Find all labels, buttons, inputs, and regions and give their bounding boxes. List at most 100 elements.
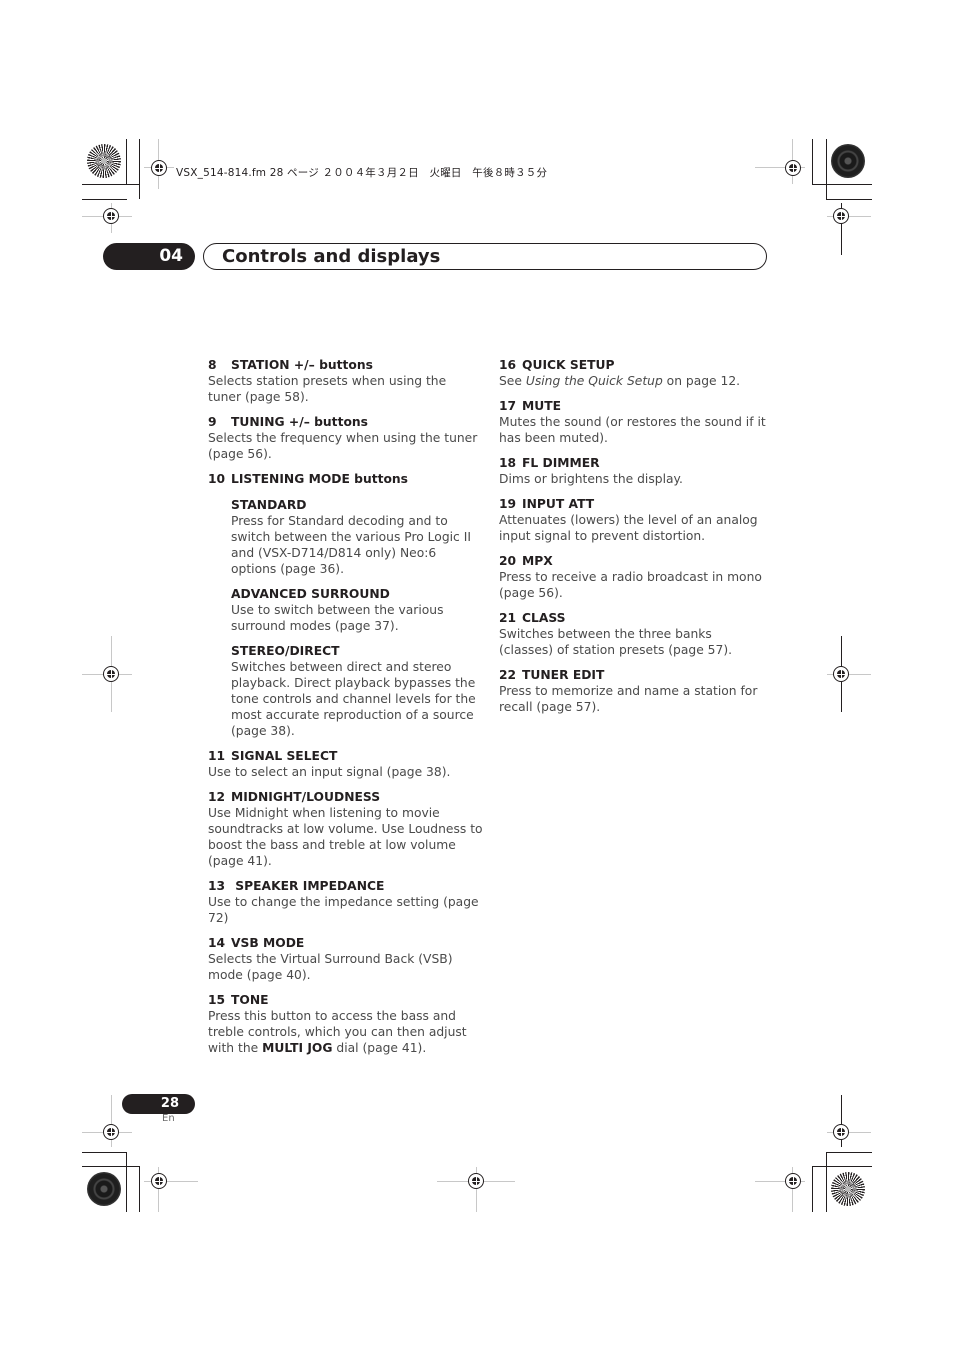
crop-mark: [812, 1166, 813, 1212]
sub-item-title: ADVANCED SURROUND: [231, 587, 390, 601]
item-title: INPUT ATT: [522, 497, 595, 511]
color-registration-star-icon: [831, 1172, 865, 1206]
crop-mark: [826, 1152, 872, 1153]
item-title: SPEAKER IMPEDANCE: [231, 879, 385, 893]
item-description: Use Midnight when listening to movie sou…: [208, 806, 483, 868]
description-text: dial (page 41).: [332, 1041, 427, 1055]
item-number: 22: [499, 668, 517, 682]
item-number: 15: [208, 993, 226, 1007]
right-column: 16 QUICK SETUP See Using the Quick Setup …: [499, 357, 769, 724]
item-description: Use to select an input signal (page 38).: [208, 765, 451, 779]
item-description: Press to memorize and name a station for…: [499, 684, 758, 714]
registration-mark-icon: [103, 208, 119, 224]
list-item: 14 VSB MODE Selects the Virtual Surround …: [208, 935, 483, 983]
crop-mark: [139, 1166, 140, 1212]
registration-mark-icon: [833, 666, 849, 682]
crop-mark: [812, 1166, 872, 1167]
chapter-title: Controls and displays: [222, 246, 441, 267]
item-description: Use to change the impedance setting (pag…: [208, 895, 479, 925]
item-description: Press this button to access the bass and…: [208, 1008, 483, 1056]
item-title: FL DIMMER: [522, 456, 600, 470]
crop-mark: [126, 139, 127, 185]
sub-item-title: STANDARD: [231, 498, 307, 512]
registration-mark-icon: [785, 160, 801, 176]
sub-item-description: Switches between direct and stereo playb…: [231, 660, 476, 738]
item-number: 11: [208, 749, 226, 763]
sub-item: ADVANCED SURROUND Use to switch between …: [231, 586, 483, 634]
list-item: 18 FL DIMMER Dims or brightens the displa…: [499, 455, 769, 487]
item-description: Selects station presets when using the t…: [208, 374, 447, 404]
description-text: on page 12.: [662, 374, 741, 388]
list-item: 15 TONE Press this button to access the b…: [208, 992, 483, 1056]
item-number: 12: [208, 790, 226, 804]
item-title: MIDNIGHT/LOUDNESS: [231, 790, 381, 804]
item-title: CLASS: [522, 611, 566, 625]
list-item: 11 SIGNAL SELECT Use to select an input s…: [208, 748, 483, 780]
item-number: 18: [499, 456, 517, 470]
item-title: STATION +/– buttons: [231, 358, 373, 372]
crop-mark: [812, 139, 813, 185]
item-title: LISTENING MODE buttons: [231, 472, 409, 486]
item-title: TUNER EDIT: [522, 668, 605, 682]
item-description: See Using the Quick Setup on page 12.: [499, 373, 769, 389]
item-number: 14: [208, 936, 226, 950]
control-name: MULTI JOG: [262, 1041, 333, 1055]
item-title: VSB MODE: [231, 936, 305, 950]
item-title: SIGNAL SELECT: [231, 749, 338, 763]
item-number: 20: [499, 554, 517, 568]
registration-mark-icon: [468, 1173, 484, 1189]
item-number: 16: [499, 358, 517, 372]
list-item: 8 STATION +/– buttons Selects station pre…: [208, 357, 483, 405]
item-number: 8: [208, 358, 217, 372]
item-number: 17: [499, 399, 517, 413]
registration-mark-icon: [833, 1124, 849, 1140]
crop-mark: [82, 1166, 140, 1167]
item-description: Attenuates (lowers) the level of an anal…: [499, 513, 758, 543]
crop-mark: [126, 1152, 127, 1212]
item-description: Switches between the three banks (classe…: [499, 627, 733, 657]
item-description: Selects the Virtual Surround Back (VSB) …: [208, 952, 453, 982]
chapter-number-badge: 04: [103, 243, 195, 270]
registration-mark-icon: [151, 160, 167, 176]
crop-mark: [82, 199, 127, 200]
color-registration-star-icon: [87, 144, 121, 178]
item-title: QUICK SETUP: [522, 358, 615, 372]
color-registration-disc-icon: [87, 1172, 121, 1206]
print-header: VSX_514-814.fm 28 ページ ２００４年３月２日 火曜日 午後８時…: [176, 167, 548, 179]
sub-item: STEREO/DIRECT Switches between direct an…: [231, 643, 483, 739]
cross-reference: Using the Quick Setup: [525, 374, 663, 388]
crop-mark: [82, 1152, 127, 1153]
item-number: 10: [208, 472, 226, 486]
item-number: 19: [499, 497, 517, 511]
crop-mark: [826, 139, 827, 199]
crop-mark: [826, 199, 872, 200]
registration-mark-icon: [103, 666, 119, 682]
item-description: Mutes the sound (or restores the sound i…: [499, 415, 766, 445]
chapter-title-box: Controls and displays: [203, 243, 767, 270]
registration-mark-icon: [833, 208, 849, 224]
sub-item-title: STEREO/DIRECT: [231, 644, 340, 658]
list-item: 21 CLASS Switches between the three banks…: [499, 610, 769, 658]
item-title: MUTE: [522, 399, 562, 413]
list-item: 20 MPX Press to receive a radio broadcast…: [499, 553, 769, 601]
list-item: 19 INPUT ATT Attenuates (lowers) the leve…: [499, 496, 769, 544]
item-description: Selects the frequency when using the tun…: [208, 431, 478, 461]
sub-item-description: Use to switch between the various surrou…: [231, 603, 444, 633]
item-title: MPX: [522, 554, 553, 568]
list-item: 16 QUICK SETUP See Using the Quick Setup …: [499, 357, 769, 389]
sub-item-description: Press for Standard decoding and to switc…: [231, 514, 471, 576]
sub-item: STANDARD Press for Standard decoding and…: [231, 497, 483, 577]
item-title: TONE: [231, 993, 269, 1007]
page-number-badge: 28: [122, 1094, 195, 1114]
crop-mark: [139, 139, 140, 199]
list-item: 10 LISTENING MODE buttons STANDARD Press …: [208, 471, 483, 739]
crop-mark: [826, 1152, 827, 1212]
list-item: 9 TUNING +/– buttons Selects the frequenc…: [208, 414, 483, 462]
list-item: 22 TUNER EDIT Press to memorize and name …: [499, 667, 769, 715]
page-language: En: [162, 1113, 175, 1124]
list-item: 12 MIDNIGHT/LOUDNESS Use Midnight when li…: [208, 789, 483, 869]
registration-mark-icon: [151, 1173, 167, 1189]
crop-mark: [812, 184, 872, 185]
color-registration-disc-icon: [831, 144, 865, 178]
item-description: Press to receive a radio broadcast in mo…: [499, 570, 762, 600]
